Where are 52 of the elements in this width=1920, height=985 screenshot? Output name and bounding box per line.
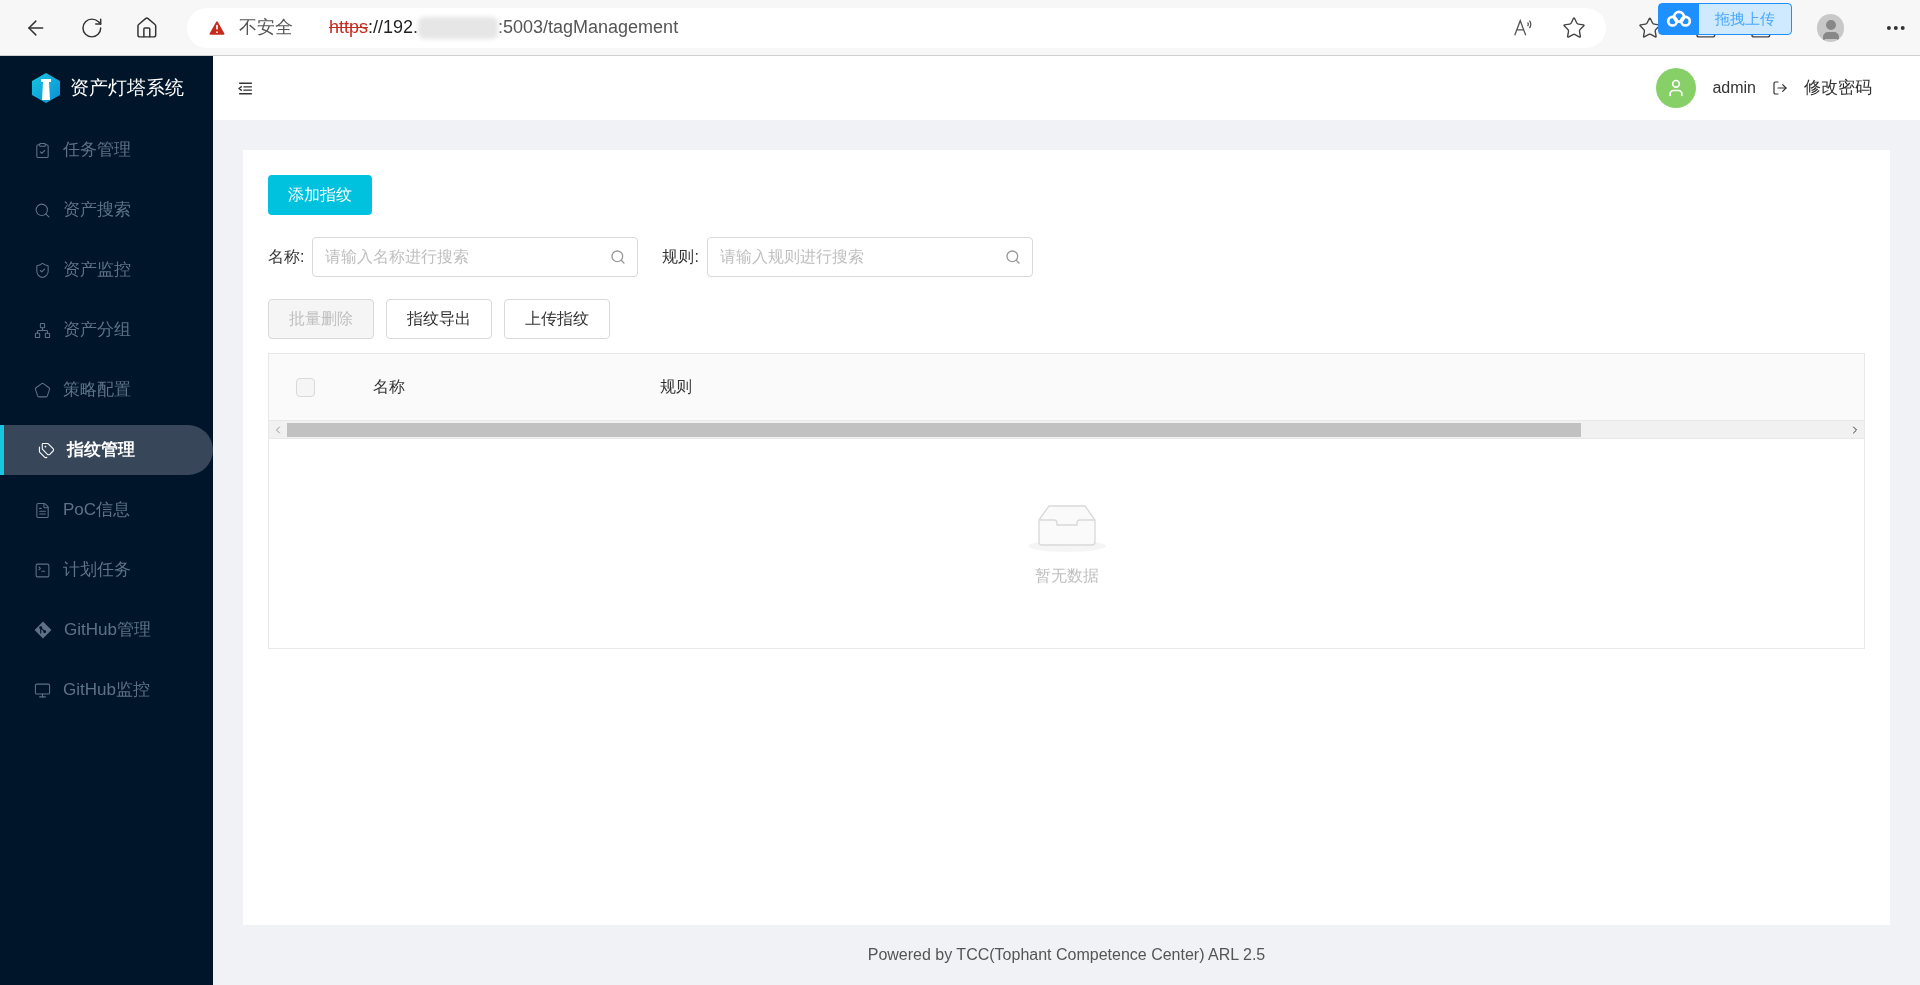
tag-icon xyxy=(38,441,55,459)
hierarchy-icon xyxy=(34,321,51,339)
column-header: 规则 xyxy=(660,377,692,397)
search-field[interactable]: 请输入规则进行搜索 xyxy=(706,237,1033,277)
search-icon xyxy=(1004,249,1021,265)
column-header: 名称 xyxy=(373,377,406,397)
sidebar-item[interactable]: 策略配置 xyxy=(0,365,213,415)
select-all-checkbox[interactable] xyxy=(296,377,315,397)
change-password-link[interactable]: 修改密码 xyxy=(1804,75,1872,101)
security-label: 不安全 xyxy=(238,16,293,39)
search-icon xyxy=(610,249,627,265)
logout-icon[interactable] xyxy=(1772,80,1788,96)
clipboard-icon xyxy=(34,141,51,159)
sidebar-item[interactable]: 指纹管理 xyxy=(0,425,213,475)
url-path: :5003/tagManagement xyxy=(498,16,679,39)
profile-avatar[interactable] xyxy=(1816,13,1845,42)
sidebar-item[interactable]: GitHub管理 xyxy=(0,605,213,655)
brand-title: 资产灯塔系统 xyxy=(70,75,184,100)
sidebar-item[interactable]: 任务管理 xyxy=(0,125,213,175)
monitor-icon xyxy=(34,681,51,699)
filter-label: 名称: xyxy=(268,247,305,267)
menu-collapse-icon[interactable] xyxy=(237,79,254,97)
sidebar-item[interactable]: 资产监控 xyxy=(0,245,213,295)
upload-floating-menu[interactable]: 拖拽上传 xyxy=(1658,3,1792,35)
git-icon xyxy=(34,621,52,639)
filter-label: 规则: xyxy=(662,247,699,267)
address-bar[interactable]: 不安全 https://192. :5003/tagManagement xyxy=(186,7,1606,48)
empty-text: 暂无数据 xyxy=(1034,565,1099,586)
document-icon xyxy=(34,501,51,519)
add-favorite-icon[interactable] xyxy=(1561,15,1586,40)
add-fingerprint-button[interactable]: 添加指纹 xyxy=(268,175,372,215)
home-icon[interactable] xyxy=(135,15,159,40)
url-scheme: https xyxy=(328,16,368,39)
sidebar-item[interactable]: 计划任务 xyxy=(0,545,213,595)
sidebar-item[interactable]: GitHub监控 xyxy=(0,665,213,715)
cloud-icon xyxy=(1666,10,1692,28)
search-field[interactable]: 请输入名称进行搜索 xyxy=(312,237,639,277)
terminal-icon xyxy=(34,561,51,579)
shield-icon xyxy=(34,261,51,279)
refresh-icon[interactable] xyxy=(79,15,104,40)
sidebar-item[interactable]: 资产分组 xyxy=(0,305,213,355)
sidebar-item[interactable]: PoC信息 xyxy=(0,485,213,535)
action-button[interactable]: 上传指纹 xyxy=(504,299,610,339)
horizontal-scrollbar[interactable] xyxy=(269,420,1864,438)
sidebar-item[interactable]: 资产搜索 xyxy=(0,185,213,235)
search-icon xyxy=(34,201,51,219)
action-button[interactable]: 指纹导出 xyxy=(386,299,492,339)
pentagon-icon xyxy=(34,381,51,399)
url-host: ://192. xyxy=(367,16,418,39)
lighthouse-logo-icon xyxy=(30,72,62,104)
username: admin xyxy=(1712,78,1756,98)
footer-text: Powered by TCC(Tophant Competence Center) ARL 2.5 xyxy=(867,945,1266,965)
